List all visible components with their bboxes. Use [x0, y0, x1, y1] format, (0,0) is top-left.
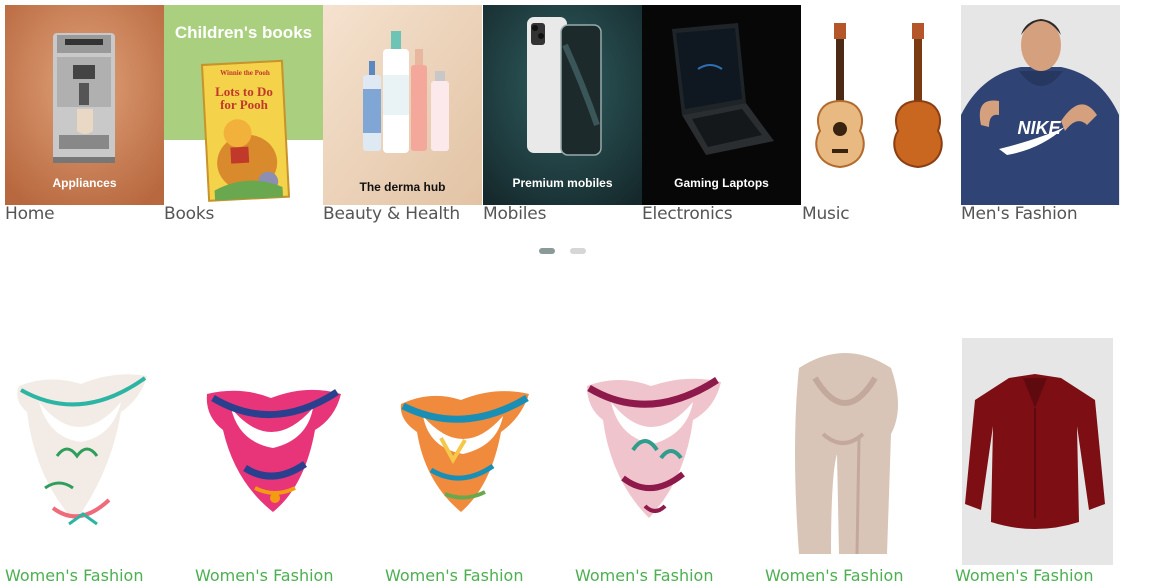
product-card[interactable]: Women's Fashion: [765, 338, 925, 585]
product-category-link[interactable]: Women's Fashion: [385, 566, 523, 585]
product-category-link[interactable]: Women's Fashion: [575, 566, 713, 585]
category-label[interactable]: Music: [802, 204, 850, 224]
category-label[interactable]: Electronics: [642, 204, 733, 224]
category-image-premium-mobiles[interactable]: Premium mobiles: [483, 5, 642, 205]
product-category-link[interactable]: Women's Fashion: [955, 566, 1093, 585]
product-card[interactable]: Women's Fashion: [575, 338, 735, 585]
product-card[interactable]: Women's Fashion: [385, 338, 545, 585]
category-label[interactable]: Mobiles: [483, 204, 546, 224]
carousel-pagination: [539, 248, 587, 256]
tile-caption: Appliances: [52, 176, 117, 190]
product-image-white-floral-scarf[interactable]: [5, 338, 165, 565]
category-music[interactable]: Music: [802, 5, 961, 227]
product-card[interactable]: Women's Fashion: [195, 338, 355, 585]
carousel-dot-1[interactable]: [539, 248, 555, 254]
tile-caption: The derma hub: [359, 180, 446, 194]
category-image-gaming-laptops[interactable]: Gaming Laptops: [642, 5, 801, 205]
category-image-childrens-books[interactable]: Children's books Winnie the Pooh Lots to…: [164, 5, 323, 205]
carousel-dot-2[interactable]: [570, 248, 586, 254]
product-category-link[interactable]: Women's Fashion: [5, 566, 143, 585]
tile-heading: Children's books: [174, 23, 313, 42]
category-label[interactable]: Beauty & Health: [323, 204, 460, 224]
product-category-link[interactable]: Women's Fashion: [195, 566, 333, 585]
category-books[interactable]: Children's books Winnie the Pooh Lots to…: [164, 5, 323, 227]
product-image-burgundy-blouse[interactable]: [955, 338, 1115, 565]
product-image-beige-scarf[interactable]: [765, 338, 925, 565]
tile-caption: Gaming Laptops: [674, 176, 769, 190]
category-image-appliances[interactable]: Appliances: [5, 5, 164, 205]
category-label[interactable]: Books: [164, 204, 214, 224]
category-image-mens-hoodie[interactable]: NIKE: [961, 5, 1120, 205]
shirt-logo-text: NIKE: [1017, 118, 1061, 138]
product-category-link[interactable]: Women's Fashion: [765, 566, 903, 585]
tile-caption: Premium mobiles: [512, 176, 613, 190]
category-image-guitars[interactable]: [802, 5, 961, 205]
book-title: Lots to Do for Pooh: [215, 84, 273, 112]
category-label[interactable]: Men's Fashion: [961, 204, 1078, 224]
product-image-orange-teal-scarf[interactable]: [385, 338, 545, 565]
category-beauty-health[interactable]: The derma hub Beauty & Health: [323, 5, 482, 227]
product-image-pink-blue-scarf[interactable]: [195, 338, 355, 565]
category-image-derma-hub[interactable]: The derma hub: [323, 5, 482, 205]
product-card[interactable]: Women's Fashion: [5, 338, 165, 585]
category-home[interactable]: Appliances Home: [5, 5, 164, 227]
category-label[interactable]: Home: [5, 204, 55, 224]
category-electronics[interactable]: Gaming Laptops Electronics: [642, 5, 801, 227]
category-mobiles[interactable]: Premium mobiles Mobiles: [483, 5, 642, 227]
category-mens-fashion[interactable]: NIKE Men's Fashion: [961, 5, 1120, 227]
book-series: Winnie the Pooh: [220, 69, 270, 77]
product-image-purple-floral-scarf[interactable]: [575, 338, 735, 565]
product-card[interactable]: Women's Fashion: [955, 338, 1115, 585]
category-carousel: Appliances Home Children's books Winnie …: [5, 5, 1121, 230]
